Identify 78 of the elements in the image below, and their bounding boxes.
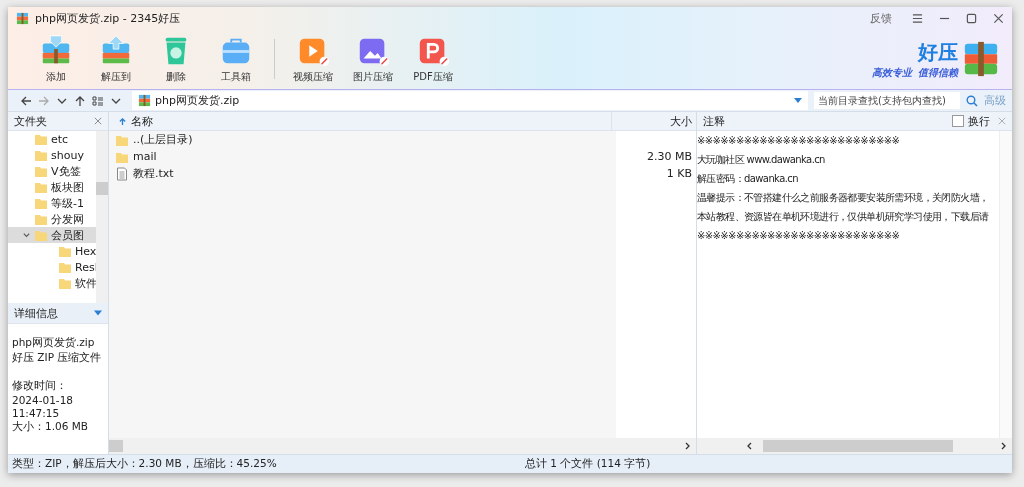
toolbar-button[interactable]: 添加 xyxy=(26,34,86,84)
file-name[interactable]: ..(上层目录) xyxy=(133,132,193,147)
toolbar-button[interactable]: 解压到 xyxy=(86,34,146,84)
file-size: 1 KB xyxy=(666,167,692,180)
panel-title: 注释 xyxy=(703,113,725,129)
brand-name: 好压 xyxy=(918,38,958,66)
brand-slogan: 高效专业 xyxy=(872,65,912,80)
tree-item[interactable]: 分发网 xyxy=(8,211,96,227)
scrollbar[interactable] xyxy=(697,438,1012,454)
dropdown-icon xyxy=(794,98,802,103)
feedback-link[interactable]: 反馈 xyxy=(870,10,892,26)
sort-up-icon xyxy=(119,117,126,125)
folder-icon xyxy=(58,260,72,274)
detail-text: 2024-01-18 xyxy=(12,394,75,406)
comment-line: 温馨提示：不管搭建什么之前服务器都要安装所需环境，关闭防火墙， xyxy=(697,191,990,205)
menu-icon[interactable] xyxy=(912,12,923,24)
toolbar-button[interactable]: PDF压缩 xyxy=(403,34,463,84)
maximize-icon[interactable] xyxy=(966,12,977,24)
up-icon[interactable] xyxy=(74,94,86,107)
back-icon[interactable] xyxy=(20,94,32,107)
folder-icon xyxy=(34,228,48,242)
archive-icon xyxy=(138,94,151,107)
folder-icon xyxy=(34,164,48,178)
file-size: 2.30 MB xyxy=(646,150,692,163)
toolbar-button[interactable]: 工具箱 xyxy=(206,34,266,84)
search-icon[interactable] xyxy=(966,94,978,107)
status-text: 类型：ZIP，解压后大小：2.30 MB，压缩比：45.25% xyxy=(12,457,278,471)
scrollbar[interactable] xyxy=(96,131,108,303)
scroll-right-icon[interactable] xyxy=(1000,442,1008,450)
search-field[interactable]: 当前目录查找(支持包内查找) xyxy=(814,92,960,109)
tree-item[interactable]: V免签 xyxy=(8,163,96,179)
status-text: 总计 1 个文件 (114 字节) xyxy=(525,457,651,471)
view-list-icon[interactable] xyxy=(92,94,104,107)
folder-icon xyxy=(34,180,48,194)
tree-item[interactable]: 板块图 xyxy=(8,179,96,195)
scroll-right-icon[interactable] xyxy=(684,442,692,450)
tree-item[interactable]: etc xyxy=(8,131,96,147)
chevron-icon[interactable] xyxy=(22,230,31,240)
comment-line: 大玩咖社区 www.dawanka.cn xyxy=(697,153,826,167)
scrollbar[interactable] xyxy=(999,131,1012,438)
toolbar-button[interactable]: 图片压缩 xyxy=(343,34,403,84)
scrollbar[interactable] xyxy=(109,438,696,454)
folder-icon xyxy=(34,148,48,162)
toolbar-button[interactable]: 视频压缩 xyxy=(283,34,343,84)
panel-title: 详细信息 xyxy=(14,305,58,321)
comment-line: ※※※※※※※※※※※※※※※※※※※※※※※※※※ xyxy=(697,134,901,148)
dropdown-icon[interactable] xyxy=(94,309,102,317)
brand-slogan: 值得信赖 xyxy=(918,65,958,80)
close-icon[interactable] xyxy=(993,12,1004,24)
column-header[interactable]: 名称 xyxy=(109,112,612,130)
detail-text: 好压 ZIP 压缩文件 xyxy=(12,351,103,365)
tree-item[interactable]: Resl xyxy=(8,259,96,275)
detail-text: 大小：1.06 MB xyxy=(12,420,89,434)
comment-line: 解压密码：dawanka.cn xyxy=(697,172,799,186)
panel-title: 文件夹 xyxy=(14,113,47,129)
tree-item[interactable]: shouy xyxy=(8,147,96,163)
window-title: php网页发货.zip - 2345好压 xyxy=(35,10,181,26)
path-field[interactable]: php网页发货.zip xyxy=(132,91,808,110)
text-file-icon xyxy=(115,166,129,181)
wrap-checkbox[interactable]: 换行 xyxy=(952,113,990,129)
close-icon[interactable] xyxy=(94,117,102,125)
comment-line: ※※※※※※※※※※※※※※※※※※※※※※※※※※ xyxy=(697,229,901,243)
column-header[interactable]: 大小 xyxy=(612,112,696,130)
toolbar-button[interactable]: 删除 xyxy=(146,34,206,84)
tree-item[interactable]: 软件 xyxy=(8,275,96,291)
detail-text: php网页发货.zip xyxy=(12,336,96,350)
tree-item[interactable]: 会员图 xyxy=(8,227,96,243)
archive-icon xyxy=(16,11,29,25)
comment-line: 本站教程、资源皆在单机环境进行，仅供单机研究学习使用，下载后请 xyxy=(697,210,990,224)
detail-text: 11:47:15 xyxy=(12,407,61,419)
tree-item[interactable]: 等级-1 xyxy=(8,195,96,211)
file-name[interactable]: mail xyxy=(133,150,157,163)
archive-logo-icon xyxy=(962,40,1000,78)
file-name[interactable]: 教程.txt xyxy=(133,166,174,181)
tree-item[interactable]: Hex xyxy=(8,243,96,259)
folder-icon xyxy=(58,276,72,290)
detail-text: 修改时间： xyxy=(12,379,68,393)
folder-icon xyxy=(34,196,48,210)
